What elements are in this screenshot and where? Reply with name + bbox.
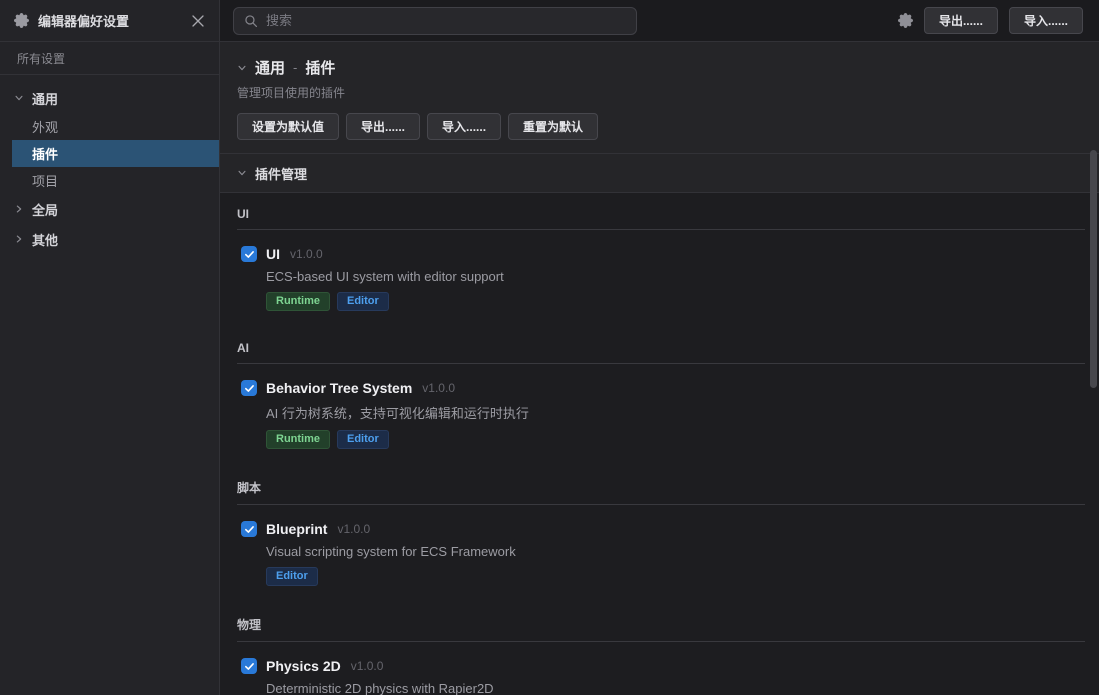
search-box: [233, 7, 637, 35]
divider: [237, 363, 1085, 364]
sidebar-header: 编辑器偏好设置: [0, 0, 219, 42]
tree-item-label: 全局: [32, 200, 58, 219]
page-subtitle: 管理项目使用的插件: [237, 84, 1083, 101]
chevron-right-icon: [14, 204, 24, 214]
chevron-right-icon: [14, 234, 24, 244]
category-label: 脚本: [237, 479, 1085, 496]
plugin-item-blueprint: Blueprint v1.0.0 Visual scripting system…: [237, 521, 1085, 586]
chevron-down-icon: [237, 168, 247, 178]
plugin-version: v1.0.0: [351, 659, 384, 673]
editor-preferences-window: 编辑器偏好设置 所有设置 通用 外观 插件 项目 全局: [0, 0, 1099, 695]
plugin-enabled-checkbox[interactable]: [241, 380, 257, 396]
tree-item-global[interactable]: 全局: [0, 194, 219, 224]
plugin-description: Deterministic 2D physics with Rapier2D: [266, 681, 1085, 695]
plugin-item-physics-2d: Physics 2D v1.0.0 Deterministic 2D physi…: [237, 658, 1085, 695]
close-icon[interactable]: [191, 14, 205, 28]
plugin-category-script: 脚本 Blueprint v1.0.0 Visual scripting sys…: [237, 479, 1085, 586]
category-label: UI: [237, 207, 1085, 221]
plugin-title-row: UI v1.0.0: [241, 246, 1085, 262]
plugin-description: AI 行为树系统，支持可视化编辑和运行时执行: [266, 403, 1085, 422]
plugin-name: Behavior Tree System: [266, 380, 412, 396]
section-title: 插件管理: [255, 164, 307, 183]
plugin-version: v1.0.0: [290, 247, 323, 261]
scrollbar-thumb[interactable]: [1090, 150, 1097, 388]
plugin-title-row: Behavior Tree System v1.0.0: [241, 380, 1085, 396]
tree-item-appearance[interactable]: 外观: [0, 113, 219, 140]
plugin-item-behavior-tree: Behavior Tree System v1.0.0 AI 行为树系统，支持可…: [237, 380, 1085, 449]
chevron-down-icon: [14, 93, 24, 103]
category-label: 物理: [237, 616, 1085, 633]
plugin-management-section-header[interactable]: 插件管理: [220, 154, 1099, 193]
plugin-tags: Runtime Editor: [266, 430, 1085, 449]
tree-item-plugins[interactable]: 插件: [12, 140, 219, 167]
tree-item-project[interactable]: 项目: [0, 167, 219, 194]
topbar-actions: 导出...... 导入......: [898, 7, 1083, 34]
category-label: AI: [237, 341, 1085, 355]
plugin-description: ECS-based UI system with editor support: [266, 269, 1085, 284]
plugin-title-row: Blueprint v1.0.0: [241, 521, 1085, 537]
tree-item-label: 外观: [32, 117, 58, 136]
import-settings-button[interactable]: 导入......: [427, 113, 501, 140]
page-title: 插件: [305, 57, 335, 78]
runtime-tag: Runtime: [266, 430, 330, 449]
plugin-name: UI: [266, 246, 280, 262]
sidebar: 编辑器偏好设置 所有设置 通用 外观 插件 项目 全局: [0, 0, 220, 695]
runtime-tag: Runtime: [266, 292, 330, 311]
plugin-category-ui: UI UI v1.0.0 ECS-based UI system with ed…: [237, 207, 1085, 311]
gear-icon: [14, 13, 29, 28]
plugin-tags: Runtime Editor: [266, 292, 1085, 311]
divider: [237, 229, 1085, 230]
editor-tag: Editor: [337, 430, 389, 449]
plugin-list: UI UI v1.0.0 ECS-based UI system with ed…: [220, 193, 1099, 695]
plugin-category-ai: AI Behavior Tree System v1.0.0 AI 行为树系统，…: [237, 341, 1085, 449]
settings-tree: 通用 外观 插件 项目 全局 其他: [0, 75, 219, 254]
plugin-category-physics: 物理 Physics 2D v1.0.0 Deterministic 2D ph…: [237, 616, 1085, 695]
chevron-down-icon: [237, 63, 247, 73]
breadcrumb[interactable]: 通用 - 插件: [237, 57, 1083, 78]
window-title: 编辑器偏好设置: [38, 11, 191, 30]
plugin-tags: Editor: [266, 567, 1085, 586]
plugin-name: Blueprint: [266, 521, 327, 537]
divider: [237, 641, 1085, 642]
tree-item-label: 项目: [32, 171, 58, 190]
topbar: 导出...... 导入......: [220, 0, 1099, 42]
gear-icon[interactable]: [898, 13, 913, 28]
plugin-enabled-checkbox[interactable]: [241, 246, 257, 262]
import-button[interactable]: 导入......: [1009, 7, 1083, 34]
tree-item-other[interactable]: 其他: [0, 224, 219, 254]
header-actions: 设置为默认值 导出...... 导入...... 重置为默认: [237, 113, 1083, 140]
plugin-item-ui: UI v1.0.0 ECS-based UI system with edito…: [237, 246, 1085, 311]
divider: [237, 504, 1085, 505]
plugin-enabled-checkbox[interactable]: [241, 521, 257, 537]
reset-default-button[interactable]: 重置为默认: [508, 113, 598, 140]
all-settings-label: 所有设置: [0, 42, 219, 75]
tree-item-label: 其他: [32, 230, 58, 249]
plugin-title-row: Physics 2D v1.0.0: [241, 658, 1085, 674]
export-button[interactable]: 导出......: [924, 7, 998, 34]
editor-tag: Editor: [266, 567, 318, 586]
breadcrumb-separator: -: [293, 60, 297, 75]
editor-tag: Editor: [337, 292, 389, 311]
tree-item-general[interactable]: 通用: [0, 83, 219, 113]
breadcrumb-parent: 通用: [255, 57, 285, 78]
content-header: 通用 - 插件 管理项目使用的插件 设置为默认值 导出...... 导入....…: [220, 42, 1099, 154]
plugin-enabled-checkbox[interactable]: [241, 658, 257, 674]
main-panel: 导出...... 导入...... 通用 - 插件 管理项目使用的插件 设置为默…: [220, 0, 1099, 695]
plugin-version: v1.0.0: [337, 522, 370, 536]
export-settings-button[interactable]: 导出......: [346, 113, 420, 140]
set-default-button[interactable]: 设置为默认值: [237, 113, 339, 140]
search-icon: [244, 14, 258, 28]
plugin-version: v1.0.0: [422, 381, 455, 395]
tree-item-label: 插件: [32, 144, 58, 163]
tree-item-label: 通用: [32, 89, 58, 108]
plugin-description: Visual scripting system for ECS Framewor…: [266, 544, 1085, 559]
search-input[interactable]: [266, 13, 626, 28]
plugin-name: Physics 2D: [266, 658, 341, 674]
